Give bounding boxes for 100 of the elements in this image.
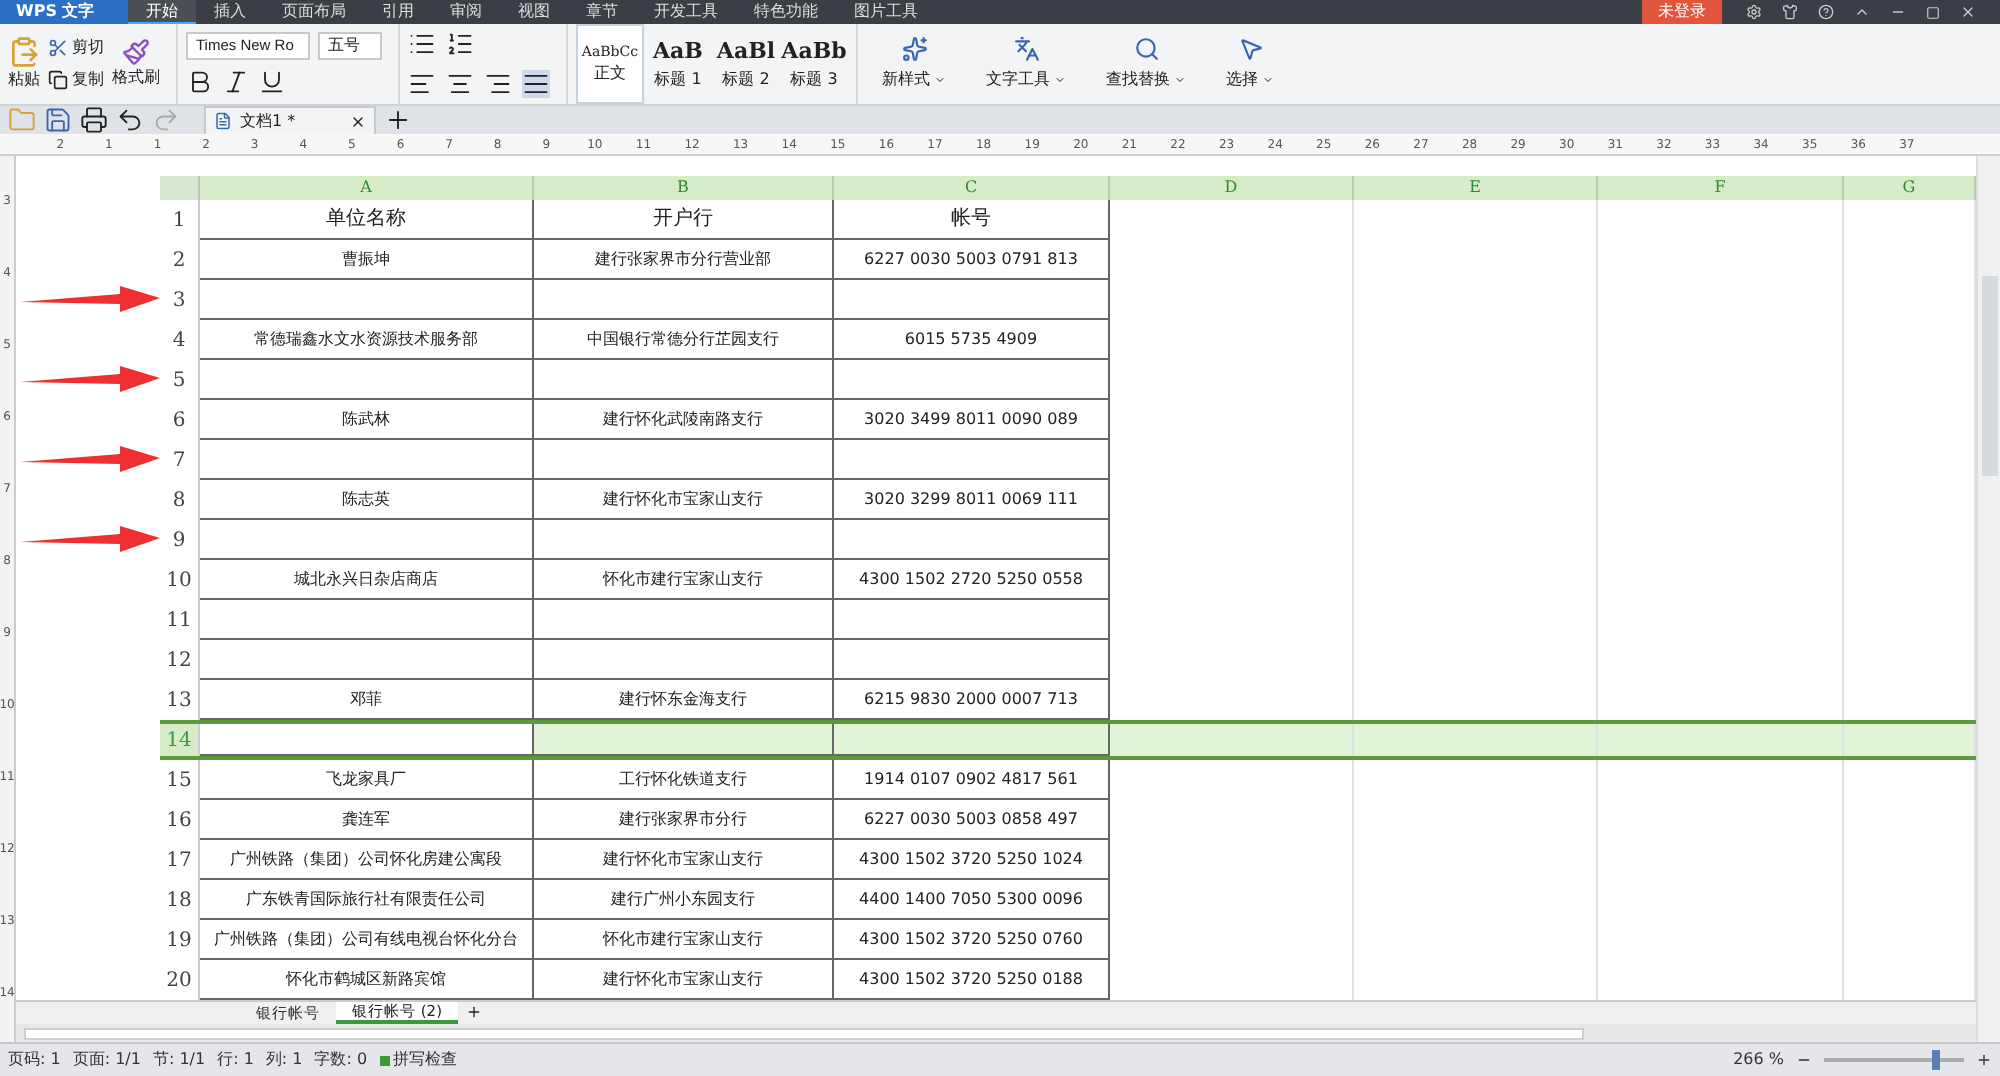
align-left-icon[interactable]: [408, 70, 436, 98]
row-number: 12: [160, 640, 200, 680]
horizontal-scrollbar[interactable]: [16, 1024, 1976, 1042]
table-row[interactable]: 4 常德瑞鑫水文水资源技术服务部 中国银行常德分行芷园支行 6015 5735 4909: [160, 320, 1976, 360]
table-cell: 4300 1502 2720 5250 0558: [859, 567, 1083, 591]
print-icon[interactable]: [80, 106, 108, 134]
help-icon[interactable]: [1818, 4, 1834, 20]
button-label: 文字工具: [986, 68, 1050, 92]
table-cell: 建行广州小东园支行: [611, 887, 755, 911]
table-row[interactable]: 16 龚连军 建行张家界市分行 6227 0030 5003 0858 497: [160, 800, 1976, 840]
underline-icon[interactable]: [258, 68, 286, 96]
table-cell: 1914 0107 0902 4817 561: [864, 767, 1078, 791]
table-cell: 3020 3299 8011 0069 111: [864, 487, 1078, 511]
vertical-scrollbar[interactable]: [1976, 156, 2000, 1042]
table-cell: 龚连军: [342, 807, 390, 831]
table-row[interactable]: 15 飞龙家具厂 工行怀化铁道支行 1914 0107 0902 4817 561: [160, 760, 1976, 800]
table-row[interactable]: 7: [160, 440, 1976, 480]
style-gallery-item[interactable]: AaBl 标题 2: [712, 24, 780, 104]
spell-check-button[interactable]: 拼写检查: [379, 1048, 458, 1072]
zoom-slider-thumb[interactable]: [1932, 1050, 1940, 1070]
close-icon[interactable]: [350, 113, 366, 129]
menu-tab[interactable]: 页面布局: [264, 0, 364, 24]
row-number: 2: [160, 240, 200, 280]
menu-tab[interactable]: 插入: [196, 0, 264, 24]
table-row[interactable]: 6 陈武林 建行怀化武陵南路支行 3020 3499 8011 0090 089: [160, 400, 1976, 440]
table-row[interactable]: 12: [160, 640, 1976, 680]
row-number: 16: [160, 800, 200, 840]
row-number: 9: [160, 520, 200, 560]
table-row[interactable]: 3: [160, 280, 1976, 320]
shirt-icon[interactable]: [1782, 4, 1798, 20]
table-cell-text: 单位名称: [326, 205, 406, 234]
ribbon-button[interactable]: 选择: [1210, 24, 1290, 104]
column-header[interactable]: C: [834, 176, 1110, 200]
undo-icon[interactable]: [116, 106, 144, 134]
table-row[interactable]: 19 广州铁路（集团）公司有线电视台怀化分台 怀化市建行宝家山支行 4300 1502 3720 5250 0760: [160, 920, 1976, 960]
table-row[interactable]: 5: [160, 360, 1976, 400]
row-number: 8: [160, 480, 200, 520]
row-number: 10: [160, 560, 200, 600]
zoom-in-icon[interactable]: [1976, 1052, 1992, 1068]
menu-tab[interactable]: 章节: [568, 0, 636, 24]
row-number: 7: [160, 440, 200, 480]
menu-tab[interactable]: 视图: [500, 0, 568, 24]
table-cell: 常德瑞鑫水文水资源技术服务部: [254, 327, 478, 351]
menu-tab[interactable]: 审阅: [432, 0, 500, 24]
login-button[interactable]: 未登录: [1642, 0, 1722, 24]
menu-tab[interactable]: 开发工具: [636, 0, 736, 24]
save-icon[interactable]: [44, 106, 72, 134]
collapse-icon[interactable]: [1854, 4, 1870, 20]
table-cell: 曹振坤: [342, 247, 390, 271]
justify-icon[interactable]: [522, 70, 550, 98]
restore-icon[interactable]: [1926, 5, 1940, 19]
copy-button[interactable]: 复制: [48, 68, 104, 92]
table-cell: 陈志英: [342, 487, 390, 511]
table-row[interactable]: 8 陈志英 建行怀化市宝家山支行 3020 3299 8011 0069 111: [160, 480, 1976, 520]
table-cell: 4300 1502 3720 5250 0760: [859, 927, 1083, 951]
table-row[interactable]: 10 城北永兴日杂店商店 怀化市建行宝家山支行 4300 1502 2720 5250 0558: [160, 560, 1976, 600]
table-cell: 4300 1502 3720 5250 0188: [859, 967, 1083, 991]
style-gallery-item[interactable]: AaB 标题 1: [644, 24, 712, 104]
italic-icon[interactable]: [222, 68, 250, 96]
table-cell: 4300 1502 3720 5250 1024: [859, 847, 1083, 871]
cut-button[interactable]: 剪切: [48, 36, 104, 60]
ribbon-button[interactable]: 文字工具: [970, 24, 1082, 104]
font-size-field[interactable]: 五号: [318, 32, 382, 60]
paste-button[interactable]: 粘贴: [8, 36, 40, 92]
column-header[interactable]: B: [534, 176, 834, 200]
menu-tab[interactable]: 特色功能: [736, 0, 836, 24]
settings-icon[interactable]: [1746, 4, 1762, 20]
new-tab-icon[interactable]: [384, 106, 412, 134]
table-row[interactable]: 18 广东铁青国际旅行社有限责任公司 建行广州小东园支行 4400 1400 7050 5300 0096: [160, 880, 1976, 920]
status-text: 字数: 0: [314, 1048, 368, 1072]
table-cell: 6227 0030 5003 0858 497: [864, 807, 1078, 831]
align-right-icon[interactable]: [484, 70, 512, 98]
button-label: 新样式: [882, 68, 930, 92]
table-row[interactable]: 2 曹振坤 建行张家界市分行营业部 6227 0030 5003 0791 813: [160, 240, 1976, 280]
ribbon-button[interactable]: 查找替换: [1090, 24, 1202, 104]
sparkle-icon: [901, 36, 927, 62]
style-gallery-item[interactable]: AaBb 标题 3: [780, 24, 848, 104]
row-number: 4: [160, 320, 200, 360]
copy-icon: [48, 70, 68, 90]
table-row[interactable]: 11: [160, 600, 1976, 640]
table-row[interactable]: 17 广州铁路（集团）公司怀化房建公寓段 建行怀化市宝家山支行 4300 1502 3720 5250 1024: [160, 840, 1976, 880]
menu-tab[interactable]: 开始: [128, 0, 196, 24]
numbered-list-icon[interactable]: [446, 30, 474, 58]
bold-icon[interactable]: [186, 68, 214, 96]
table-cell: 怀化市建行宝家山支行: [603, 567, 763, 591]
add-sheet-icon[interactable]: [466, 1004, 483, 1020]
row-number: 17: [160, 840, 200, 880]
menu-tab[interactable]: 引用: [364, 0, 432, 24]
menu-tab[interactable]: 图片工具: [836, 0, 936, 24]
row-number: 18: [160, 880, 200, 920]
format-painter-button[interactable]: 格式刷: [112, 38, 160, 90]
ribbon-button[interactable]: 新样式: [866, 24, 962, 104]
table-row[interactable]: 1 单位名称 开户行 帐号: [160, 200, 1976, 240]
align-center-icon[interactable]: [446, 70, 474, 98]
table-cell: 广州铁路（集团）公司有线电视台怀化分台: [214, 927, 518, 951]
status-text: 页码: 1: [8, 1048, 61, 1072]
table-row[interactable]: 9: [160, 520, 1976, 560]
row-number: 15: [160, 760, 200, 800]
app-logo[interactable]: WPS 文字: [0, 0, 128, 24]
table-cell: 广州铁路（集团）公司怀化房建公寓段: [230, 847, 502, 871]
